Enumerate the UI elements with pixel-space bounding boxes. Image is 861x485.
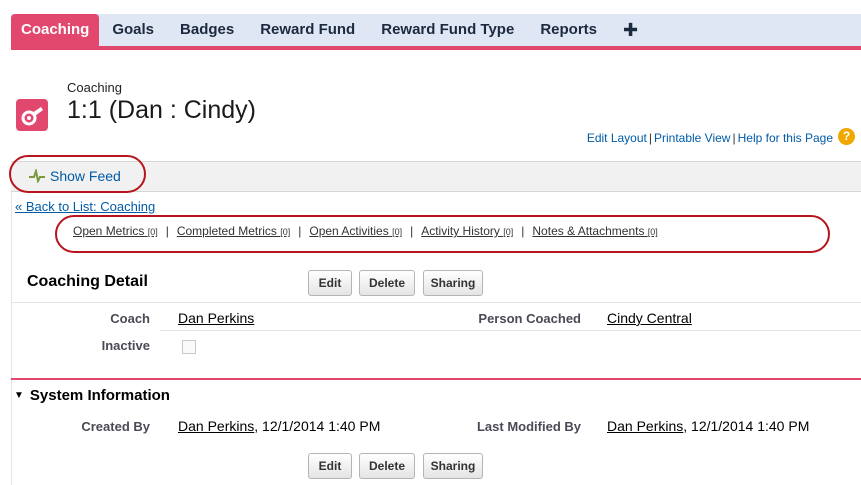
annotation-ellipse-related-lists: [55, 215, 830, 253]
tab-bar: Coaching Goals Badges Reward Fund Reward…: [0, 0, 861, 62]
tab-coaching[interactable]: Coaching: [11, 14, 100, 46]
system-information-header[interactable]: ▼ System Information: [14, 387, 170, 404]
tab-reward-fund-type[interactable]: Reward Fund Type: [368, 14, 527, 46]
add-tab-plus-icon[interactable]: ✚: [610, 14, 651, 46]
page-help-links: Edit Layout | Printable View | Help for this…: [586, 131, 833, 145]
whistle-icon: [16, 99, 48, 131]
object-type-label: Coaching: [67, 80, 122, 95]
last-modified-date: , 12/1/2014 1:40 PM: [683, 418, 810, 434]
tab-strip: Coaching Goals Badges Reward Fund Reward…: [11, 14, 861, 50]
inactive-label: Inactive: [101, 338, 150, 353]
delete-button-bottom[interactable]: Delete: [359, 453, 415, 479]
back-to-list-text[interactable]: « Back to List: Coaching: [15, 199, 155, 214]
edit-layout-link[interactable]: Edit Layout: [587, 131, 647, 145]
printable-view-link[interactable]: Printable View: [654, 131, 731, 145]
edit-button-bottom[interactable]: Edit: [308, 453, 352, 479]
collapse-triangle-icon[interactable]: ▼: [14, 390, 24, 401]
sharing-button-bottom[interactable]: Sharing: [423, 453, 483, 479]
detail-left-border: [11, 192, 12, 485]
sharing-button[interactable]: Sharing: [423, 270, 483, 296]
edit-button[interactable]: Edit: [308, 270, 352, 296]
last-modified-user-link[interactable]: Dan Perkins: [607, 418, 683, 434]
tab-badges[interactable]: Badges: [167, 14, 247, 46]
back-to-list-link[interactable]: « Back to List: Coaching: [15, 199, 155, 214]
tab-reward-fund[interactable]: Reward Fund: [247, 14, 368, 46]
tab-reports[interactable]: Reports: [527, 14, 610, 46]
last-modified-by-label: Last Modified By: [476, 419, 581, 434]
tab-goals[interactable]: Goals: [99, 14, 167, 46]
person-coached-label: Person Coached: [478, 311, 581, 326]
person-coached-link[interactable]: Cindy Central: [607, 310, 692, 326]
created-by-date: , 12/1/2014 1:40 PM: [254, 418, 381, 434]
annotation-ellipse-show-feed: [9, 155, 146, 193]
coach-value: Dan Perkins: [178, 310, 254, 326]
divider: [11, 302, 861, 303]
section-divider: [11, 378, 861, 380]
divider: [160, 330, 861, 331]
delete-button[interactable]: Delete: [359, 270, 415, 296]
created-by-value: Dan Perkins, 12/1/2014 1:40 PM: [178, 418, 380, 434]
created-by-user-link[interactable]: Dan Perkins: [178, 418, 254, 434]
inactive-checkbox: [182, 340, 196, 354]
help-for-page-link[interactable]: Help for this Page: [738, 131, 833, 145]
coach-link[interactable]: Dan Perkins: [178, 310, 254, 326]
person-coached-value: Cindy Central: [607, 310, 692, 326]
last-modified-by-value: Dan Perkins, 12/1/2014 1:40 PM: [607, 418, 809, 434]
detail-section-title: Coaching Detail: [27, 273, 148, 290]
system-information-title: System Information: [29, 387, 170, 404]
record-title: 1:1 (Dan : Cindy): [67, 96, 256, 124]
coach-label: Coach: [110, 311, 150, 326]
help-icon[interactable]: ?: [838, 128, 855, 145]
created-by-label: Created By: [81, 419, 150, 434]
